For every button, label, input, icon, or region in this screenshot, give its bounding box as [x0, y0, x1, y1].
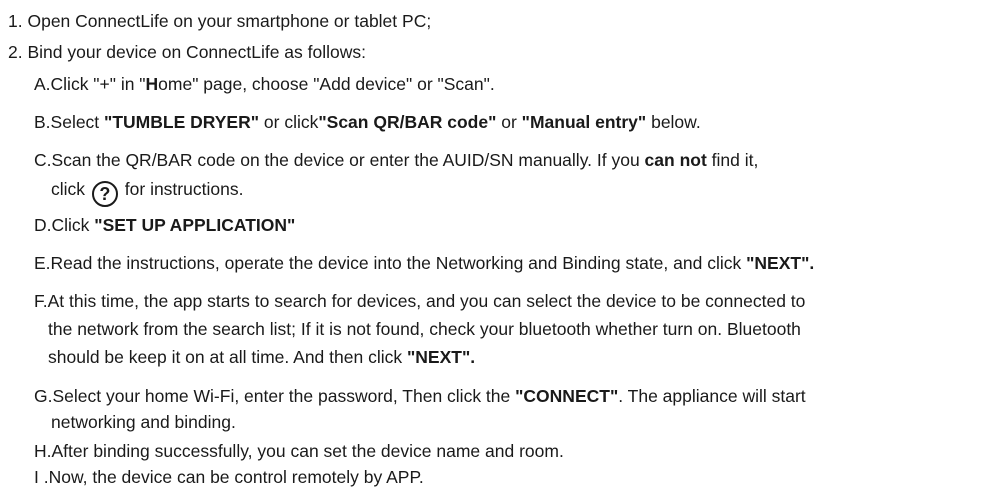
substep-a-bold-1: H — [145, 74, 159, 94]
substep-g-line-1: G.Select your home Wi-Fi, enter the pass… — [34, 385, 806, 407]
substep-b-text-3: or — [496, 112, 522, 132]
substep-f-line-2: the network from the search list; If it … — [48, 318, 801, 340]
substep-b: B.Select "TUMBLE DRYER" or click"Scan QR… — [34, 111, 701, 133]
substep-g-text-1: G.Select your home Wi-Fi, enter the pass… — [34, 386, 516, 406]
substep-b-bold-2: "Scan QR/BAR code" — [318, 112, 497, 132]
substep-a-text-2: ome" page, choose "Add device" or "Scan"… — [158, 74, 495, 94]
substep-e-bold-1: "NEXT". — [746, 253, 815, 273]
substep-f-bold-1: "NEXT". — [406, 347, 476, 367]
substep-c-text-2: find it, — [706, 150, 759, 170]
step-2-label: 2. — [8, 42, 23, 62]
substep-h: H.After binding successfully, you can se… — [34, 440, 564, 462]
substep-c-bold-1: can not — [644, 150, 707, 170]
substep-c-click-text: click — [51, 179, 86, 199]
substep-a: A.Click "+" in "Home" page, choose "Add … — [34, 73, 495, 95]
substep-c-line-2: click ? for instructions. — [34, 178, 243, 207]
substep-g-line-2: networking and binding. — [34, 411, 236, 433]
substep-b-text-4: below. — [646, 112, 701, 132]
substep-b-bold-1: "TUMBLE DRYER" — [104, 112, 260, 132]
substep-c-line-1: C.Scan the QR/BAR code on the device or … — [34, 149, 758, 171]
substep-f-line-3: should be keep it on at all time. And th… — [48, 346, 475, 368]
substep-d: D.Click "SET UP APPLICATION" — [34, 214, 295, 236]
step-1-label: 1. — [8, 11, 23, 31]
step-2: 2. Bind your device on ConnectLife as fo… — [8, 41, 366, 63]
substep-a-text-1: A.Click "+" in " — [34, 74, 146, 94]
substep-g-text-2: . The appliance will start — [618, 386, 806, 406]
substep-e: E.Read the instructions, operate the dev… — [34, 252, 814, 274]
instructions-document: 1. Open ConnectLife on your smartphone o… — [0, 0, 993, 493]
substep-c-text-1: C.Scan the QR/BAR code on the device or … — [34, 150, 645, 170]
substep-f-text-3: should be keep it on at all time. And th… — [48, 347, 407, 367]
substep-g-bold-1: "CONNECT" — [515, 386, 619, 406]
substep-b-text-1: B.Select — [34, 112, 105, 132]
substep-i-text: I .Now, the device can be control remote… — [34, 467, 424, 487]
substep-f-text-2: the network from the search list; If it … — [48, 319, 801, 339]
substep-f-line-1: F.At this time, the app starts to search… — [34, 290, 805, 312]
substep-i: I .Now, the device can be control remote… — [34, 466, 424, 488]
help-circle-icon: ? — [91, 181, 118, 207]
step-1: 1. Open ConnectLife on your smartphone o… — [8, 10, 431, 32]
substep-d-bold-1: "SET UP APPLICATION" — [94, 215, 296, 235]
substep-d-text-1: D.Click — [34, 215, 95, 235]
substep-f-text-1: F.At this time, the app starts to search… — [34, 291, 806, 311]
substep-e-text-1: E.Read the instructions, operate the dev… — [34, 253, 747, 273]
substep-c-instructions-text: for instructions. — [124, 179, 244, 199]
substep-g-text-3: networking and binding. — [51, 412, 236, 432]
substep-b-text-2: or click — [259, 112, 319, 132]
substep-h-text: H.After binding successfully, you can se… — [34, 441, 564, 461]
step-2-text: Bind your device on ConnectLife as follo… — [27, 42, 367, 62]
substep-b-bold-3: "Manual entry" — [521, 112, 647, 132]
step-1-text: Open ConnectLife on your smartphone or t… — [27, 11, 432, 31]
